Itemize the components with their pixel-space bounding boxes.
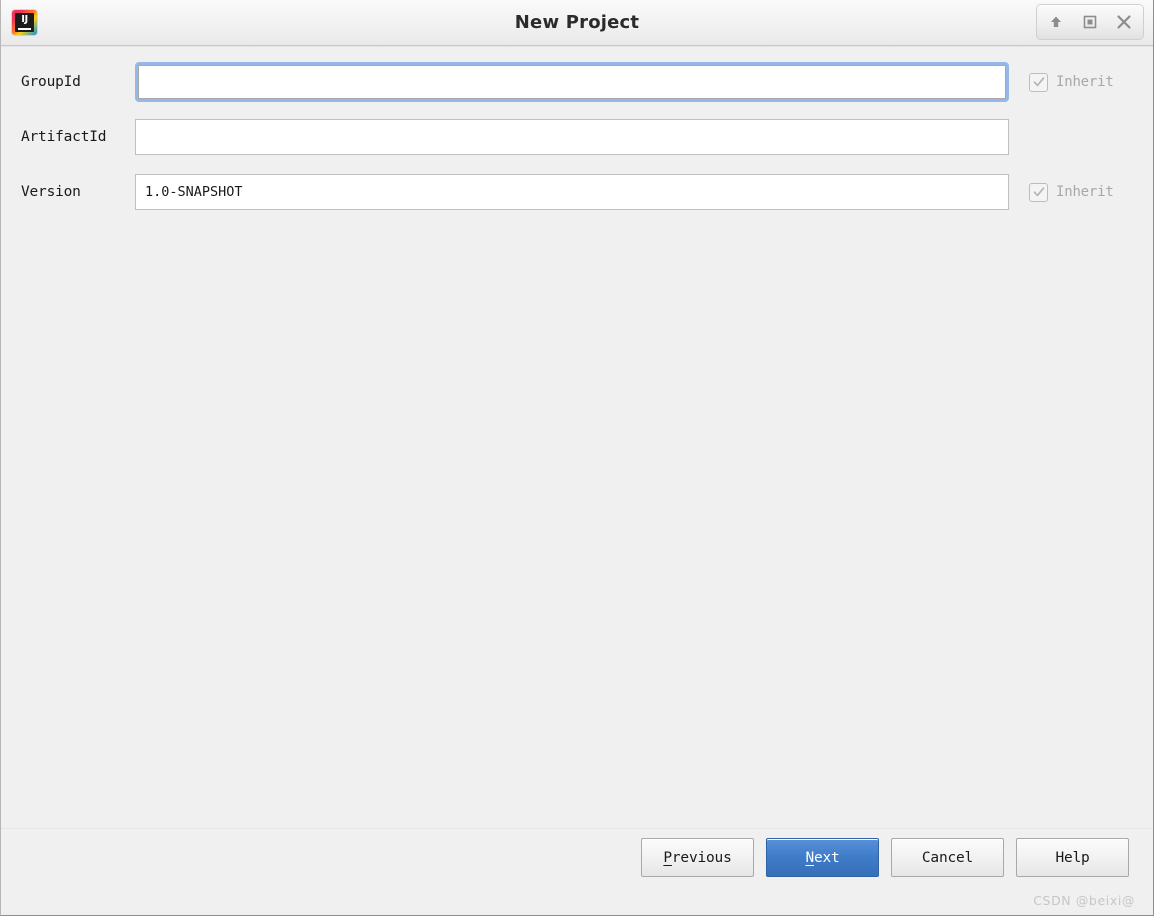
dialog-content: GroupId Inherit ArtifactId Version 1.0-S… (1, 46, 1153, 828)
close-x-icon (1115, 13, 1133, 31)
checkmark-icon (1032, 75, 1046, 89)
arrow-up-icon (1048, 14, 1064, 30)
artifactid-input[interactable] (135, 119, 1009, 155)
maven-coordinates-form: GroupId Inherit ArtifactId Version 1.0-S… (1, 62, 1153, 228)
groupid-field-wrapper (135, 62, 1009, 102)
previous-mnemonic: P (663, 849, 672, 866)
maximize-square-icon (1082, 14, 1098, 30)
form-row-groupid: GroupId Inherit (1, 62, 1153, 102)
help-button-label: Help (1055, 849, 1090, 866)
new-project-dialog: IJ New Project GroupId Inherit ArtifactI… (0, 0, 1154, 916)
previous-rest: revious (671, 849, 732, 866)
cancel-button-label: Cancel (921, 849, 974, 866)
help-button[interactable]: Help (1016, 838, 1129, 877)
next-rest: ext (813, 849, 840, 866)
version-field-wrapper (135, 174, 1009, 210)
previous-button-label: Previous (663, 850, 731, 866)
version-input[interactable] (135, 174, 1009, 210)
window-title: New Project (514, 12, 640, 33)
cancel-button[interactable]: Cancel (891, 838, 1004, 877)
version-inherit-checkbox[interactable] (1029, 182, 1048, 202)
groupid-input[interactable] (138, 65, 1006, 99)
window-controls (1036, 4, 1144, 40)
checkmark-icon (1032, 185, 1046, 199)
title-bar: IJ New Project (1, 0, 1153, 46)
artifactid-label: ArtifactId (21, 129, 107, 145)
form-row-artifactid: ArtifactId (1, 118, 1153, 156)
next-mnemonic: N (805, 849, 814, 866)
version-inherit-group[interactable]: Inherit (1029, 182, 1114, 202)
version-inherit-label: Inherit (1056, 184, 1114, 200)
csdn-watermark: CSDN @beixi@ (1033, 893, 1135, 908)
next-button-label: Next (805, 850, 839, 866)
shade-up-button[interactable] (1039, 7, 1073, 37)
previous-button[interactable]: Previous (641, 838, 754, 877)
version-label: Version (21, 184, 81, 200)
groupid-inherit-checkbox[interactable] (1029, 72, 1048, 92)
groupid-inherit-group[interactable]: Inherit (1029, 72, 1114, 92)
groupid-label: GroupId (21, 74, 81, 90)
artifactid-field-wrapper (135, 119, 1009, 155)
maximize-button[interactable] (1073, 7, 1107, 37)
groupid-inherit-label: Inherit (1056, 74, 1114, 90)
next-button[interactable]: Next (766, 838, 879, 877)
form-row-version: Version Inherit (1, 173, 1153, 211)
dialog-footer: Previous Next Cancel Help CSDN @beixi@ (1, 828, 1153, 915)
dialog-button-row: Previous Next Cancel Help (641, 838, 1129, 877)
close-button[interactable] (1107, 7, 1141, 37)
